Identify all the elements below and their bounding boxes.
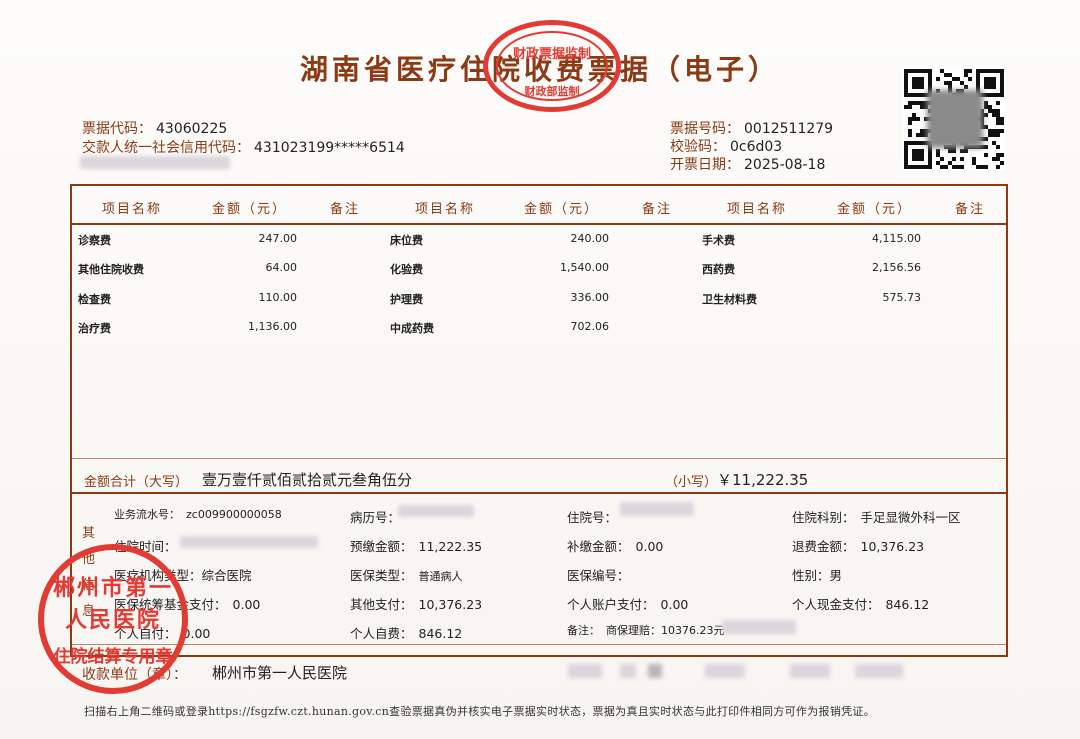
verification-note: 扫描右上角二维码或登录https://fsgzfw.czt.hunan.gov.… xyxy=(84,705,876,718)
item-name: 诊察费 xyxy=(78,234,111,247)
redacted-block xyxy=(648,664,662,678)
record-number: 病历号： xyxy=(350,510,401,525)
item-name: 床位费 xyxy=(390,234,423,247)
redacted-inpatient-time xyxy=(180,536,318,548)
item-amount: 702.06 xyxy=(570,320,610,333)
item-name: 护理费 xyxy=(390,293,423,306)
self-expense: 个人自费： 846.12 xyxy=(350,626,463,641)
redacted-block xyxy=(855,664,903,678)
item-amount: 64.00 xyxy=(265,261,298,274)
item-name: 其他住院收费 xyxy=(78,263,144,276)
supplement-amount: 补缴金额： 0.00 xyxy=(567,539,664,554)
total-small-label: （小写） xyxy=(665,475,718,490)
item-name: 手术费 xyxy=(702,234,735,247)
item-name: 卫生材料费 xyxy=(702,293,757,306)
redacted-record-number xyxy=(398,505,474,517)
item-name: 西药费 xyxy=(702,263,735,276)
total-amount: ￥11,222.35 xyxy=(717,471,809,489)
item-amount: 110.00 xyxy=(258,291,298,304)
item-amount: 247.00 xyxy=(258,232,298,245)
gender: 性别：男 xyxy=(792,568,843,583)
redacted-inpatient-number xyxy=(620,502,694,516)
item-name: 中成药费 xyxy=(390,322,434,335)
redacted-payer-name xyxy=(80,156,230,169)
insurance-number: 医保编号： xyxy=(567,568,630,583)
account-payment: 个人账户支付： 0.00 xyxy=(567,597,689,612)
remarks: 备注： 商保理赔：10376.23元 xyxy=(567,624,725,637)
redacted-block xyxy=(620,664,636,678)
redacted-remarks xyxy=(722,620,796,634)
col-header: 备注 xyxy=(642,202,673,217)
serial-number: 业务流水号： zc009900000058 xyxy=(114,508,282,521)
finance-seal-stamp: 财政票据监制 财政部监制 xyxy=(483,20,621,112)
inpatient-dept: 住院科别： 手足显微外科一区 xyxy=(792,510,961,525)
col-header: 备注 xyxy=(330,202,361,217)
item-amount: 1,136.00 xyxy=(248,320,297,333)
col-header: 项目名称 xyxy=(415,202,476,217)
col-header: 项目名称 xyxy=(102,202,163,217)
col-header: 金额（元） xyxy=(212,202,288,217)
payee-name: 郴州市第一人民医院 xyxy=(212,664,348,682)
item-name: 治疗费 xyxy=(78,322,111,335)
item-amount: 575.73 xyxy=(882,291,922,304)
item-amount: 240.00 xyxy=(570,232,610,245)
total-chinese: 壹万壹仟贰佰贰拾贰元叁角伍分 xyxy=(202,471,413,489)
refund-amount: 退费金额： 10,376.23 xyxy=(792,539,925,554)
item-amount: 1,540.00 xyxy=(560,261,609,274)
col-header: 金额（元） xyxy=(524,202,600,217)
col-header: 项目名称 xyxy=(727,202,788,217)
issue-date: 开票日期： 2025-08-18 xyxy=(670,157,826,173)
item-amount: 336.00 xyxy=(570,291,610,304)
inpatient-number: 住院号： xyxy=(567,510,618,525)
item-name: 检查费 xyxy=(78,293,111,306)
redacted-block xyxy=(705,664,745,678)
other-payment: 其他支付： 10,376.23 xyxy=(350,597,483,612)
redacted-block xyxy=(568,664,602,678)
bill-number: 票据号码： 0012511279 xyxy=(670,121,834,137)
col-header: 金额（元） xyxy=(837,202,913,217)
bill-page: 湖南省医疗住院收费票据（电子） 财政票据监制 财政部监制 票据代码： 430602… xyxy=(0,0,1080,739)
check-code: 校验码： 0c6d03 xyxy=(670,139,783,155)
hospital-seal-stamp: 郴州市第一人民医院 住院结算专用章 xyxy=(38,544,188,694)
total-label: 金额合计（大写） xyxy=(84,475,189,490)
item-amount: 4,115.00 xyxy=(872,232,921,245)
item-name: 化验费 xyxy=(390,263,423,276)
prepay-amount: 预缴金额： 11,222.35 xyxy=(350,539,483,554)
fee-table: 项目名称 金额（元） 备注 项目名称 金额（元） 备注 项目名称 金额（元） 备… xyxy=(70,184,1008,657)
col-header: 备注 xyxy=(955,202,986,217)
bill-code: 票据代码： 43060225 xyxy=(82,121,228,137)
insurance-type: 医保类型： 普通病人 xyxy=(350,568,463,583)
redacted-block xyxy=(790,664,830,678)
payer-id: 交款人统一社会信用代码： 431023199*****6514 xyxy=(82,140,405,156)
qr-code-icon[interactable] xyxy=(903,68,1005,170)
cash-payment: 个人现金支付： 846.12 xyxy=(792,597,930,612)
item-amount: 2,156.56 xyxy=(872,261,921,274)
